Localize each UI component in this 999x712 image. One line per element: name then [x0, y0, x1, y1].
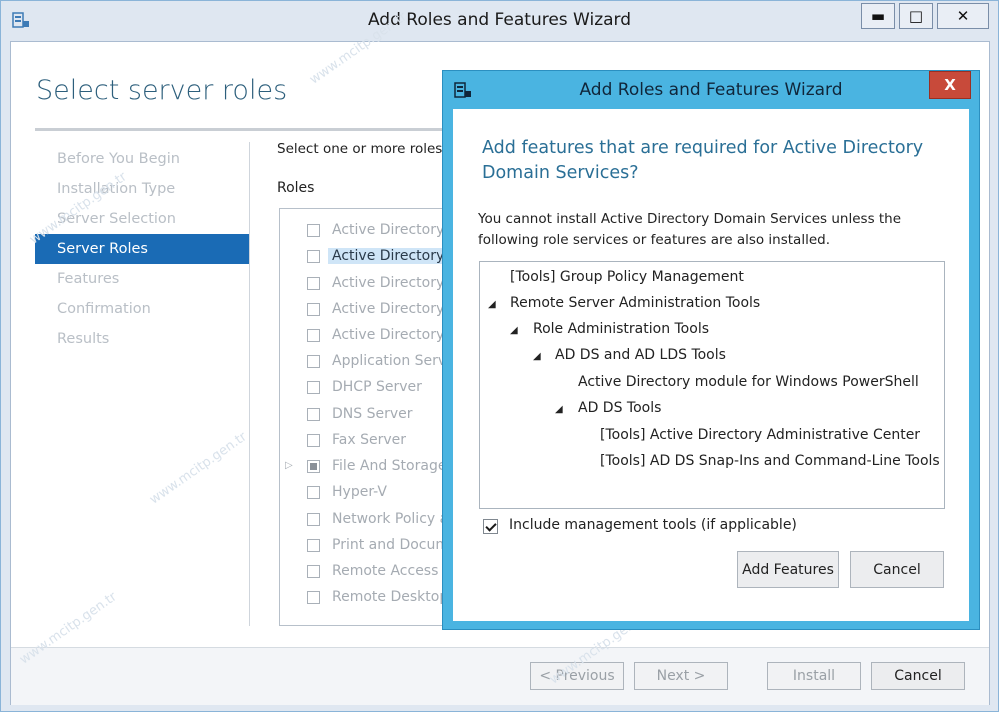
wizard-footer: < Previous Next > Install Cancel: [11, 647, 989, 705]
role-label: Network Policy a: [332, 511, 449, 527]
role-checkbox[interactable]: [307, 513, 320, 526]
dialog-close-button[interactable]: X: [929, 71, 971, 99]
role-label: Active Directory F: [332, 275, 457, 291]
wizard-nav: Before You Begin Installation Type Serve…: [35, 144, 249, 354]
dialog-cancel-button[interactable]: Cancel: [850, 551, 944, 588]
role-checkbox[interactable]: [307, 539, 320, 552]
tree-item: AD DS and AD LDS Tools: [555, 347, 726, 363]
role-label: Hyper-V: [332, 484, 387, 500]
maximize-icon: □: [908, 7, 924, 25]
tree-item: [Tools] Group Policy Management: [510, 269, 744, 285]
nav-item-before-you-begin[interactable]: Before You Begin: [35, 144, 249, 174]
title-divider: [35, 128, 465, 131]
add-features-button[interactable]: Add Features: [737, 551, 839, 588]
main-titlebar[interactable]: Add Roles and Features Wizard ▬ □ ✕: [1, 1, 998, 41]
role-checkbox[interactable]: [307, 355, 320, 368]
minimize-icon: ▬: [870, 7, 886, 25]
nav-item-server-roles[interactable]: Server Roles: [35, 234, 249, 264]
role-checkbox[interactable]: [307, 408, 320, 421]
tree-item: Role Administration Tools: [533, 321, 709, 337]
role-label: DNS Server: [332, 406, 413, 422]
close-icon: ✕: [956, 7, 970, 25]
role-label: DHCP Server: [332, 379, 422, 395]
nav-divider: [249, 142, 250, 626]
role-checkbox[interactable]: [307, 591, 320, 604]
cancel-button[interactable]: Cancel: [871, 662, 965, 690]
include-management-tools-checkbox[interactable]: [483, 519, 498, 534]
role-label: Active Directory R: [332, 327, 459, 343]
nav-item-results[interactable]: Results: [35, 324, 249, 354]
tree-item: AD DS Tools: [578, 400, 662, 416]
role-checkbox[interactable]: [307, 381, 320, 394]
role-checkbox[interactable]: [307, 250, 320, 263]
nav-item-installation-type[interactable]: Installation Type: [35, 174, 249, 204]
collapse-arrow-icon[interactable]: ◢: [488, 299, 496, 310]
next-button[interactable]: Next >: [634, 662, 728, 690]
page-title: Select server roles: [36, 75, 288, 106]
main-window-title: Add Roles and Features Wizard: [367, 10, 632, 30]
roles-heading: Roles: [277, 180, 315, 196]
collapse-arrow-icon[interactable]: ◢: [510, 325, 518, 336]
add-features-dialog[interactable]: Add Roles and Features Wizard X Add feat…: [442, 70, 980, 630]
tree-item: [Tools] AD DS Snap-Ins and Command-Line …: [600, 453, 940, 469]
role-checkbox[interactable]: [307, 329, 320, 342]
role-label: File And Storage: [332, 458, 447, 474]
nav-item-server-selection[interactable]: Server Selection: [35, 204, 249, 234]
tree-item: Remote Server Administration Tools: [510, 295, 761, 311]
close-button[interactable]: ✕: [937, 3, 989, 29]
roles-instruction: Select one or more roles t: [277, 141, 452, 157]
role-checkbox[interactable]: [307, 224, 320, 237]
role-label: Active Directory C: [332, 222, 459, 238]
role-checkbox[interactable]: [307, 434, 320, 447]
install-button[interactable]: Install: [767, 662, 861, 690]
close-icon: X: [944, 76, 956, 94]
role-label: Application Serve: [332, 353, 455, 369]
role-label: Active Directory L: [332, 301, 457, 317]
maximize-button[interactable]: □: [899, 3, 933, 29]
role-label: Remote Desktop: [332, 589, 449, 605]
nav-item-confirmation[interactable]: Confirmation: [35, 294, 249, 324]
collapse-arrow-icon[interactable]: ◢: [555, 404, 563, 415]
collapse-arrow-icon[interactable]: ◢: [533, 351, 541, 362]
tree-item: Active Directory module for Windows Powe…: [578, 374, 919, 390]
minimize-button[interactable]: ▬: [861, 3, 895, 29]
role-checkbox[interactable]: [307, 277, 320, 290]
role-checkbox[interactable]: [307, 460, 320, 473]
role-label: Remote Access: [332, 563, 439, 579]
role-label: Fax Server: [332, 432, 406, 448]
required-features-tree[interactable]: [Tools] Group Policy Management ◢ Remote…: [479, 261, 945, 509]
dialog-description: You cannot install Active Directory Doma…: [478, 211, 902, 248]
tree-item: [Tools] Active Directory Administrative …: [600, 427, 921, 443]
role-checkbox[interactable]: [307, 303, 320, 316]
role-checkbox[interactable]: [307, 565, 320, 578]
nav-item-features[interactable]: Features: [35, 264, 249, 294]
expand-arrow-icon[interactable]: ▷: [285, 460, 293, 471]
dialog-heading: Add features that are required for Activ…: [482, 138, 924, 183]
dialog-title: Add Roles and Features Wizard: [579, 80, 843, 100]
dialog-content: Add features that are required for Activ…: [453, 109, 969, 621]
include-management-tools-label: Include management tools (if applicable): [509, 517, 797, 533]
role-label: Print and Docum: [332, 537, 449, 553]
previous-button[interactable]: < Previous: [530, 662, 624, 690]
role-checkbox[interactable]: [307, 486, 320, 499]
